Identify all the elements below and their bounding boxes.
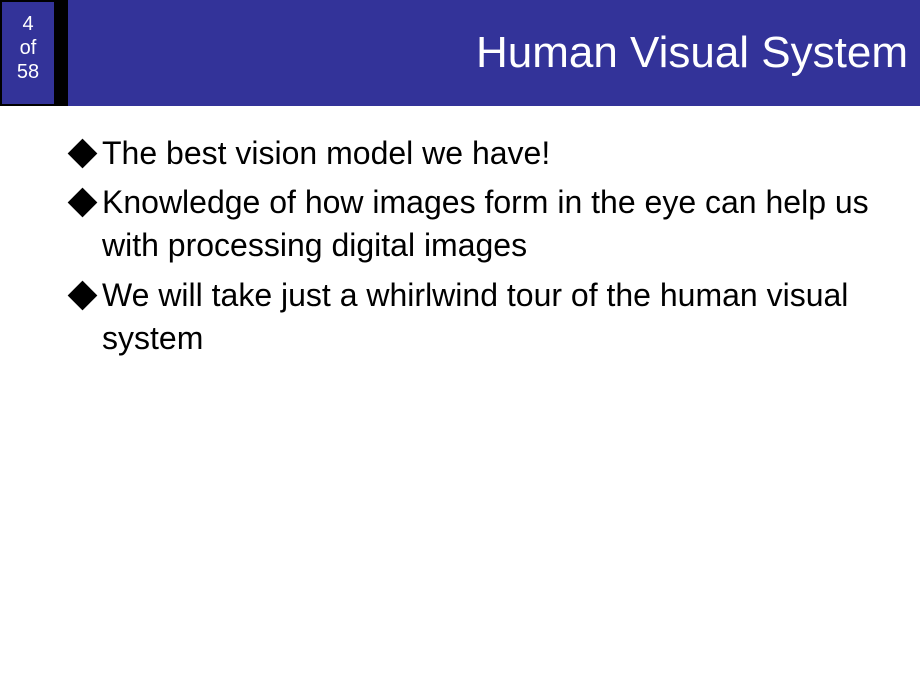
page-current-number: 4 — [22, 12, 33, 36]
bullet-item: The best vision model we have! — [72, 132, 880, 175]
slide-title: Human Visual System — [476, 28, 908, 78]
page-counter: 4 of 58 — [0, 0, 56, 106]
header-divider — [56, 0, 68, 106]
page-of-label: of — [20, 36, 37, 60]
diamond-bullet-icon — [72, 285, 92, 305]
slide-content: The best vision model we have! Knowledge… — [0, 106, 920, 360]
bullet-text: Knowledge of how images form in the eye … — [102, 181, 880, 267]
bullet-item: We will take just a whirlwind tour of th… — [72, 274, 880, 360]
bullet-item: Knowledge of how images form in the eye … — [72, 181, 880, 267]
bullet-text: The best vision model we have! — [102, 132, 550, 175]
diamond-bullet-icon — [72, 143, 92, 163]
diamond-bullet-icon — [72, 192, 92, 212]
page-total-number: 58 — [17, 60, 39, 84]
title-area: Human Visual System — [68, 0, 920, 106]
bullet-text: We will take just a whirlwind tour of th… — [102, 274, 880, 360]
slide-header: 4 of 58 Human Visual System — [0, 0, 920, 106]
